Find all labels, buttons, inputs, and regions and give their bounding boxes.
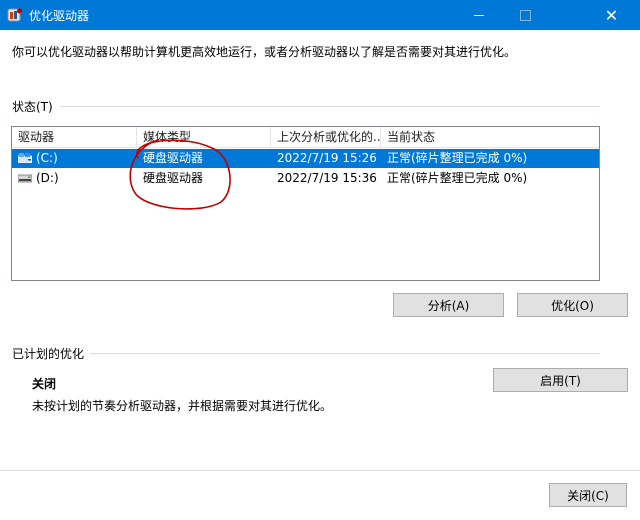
drive-name: (C:): [36, 151, 58, 165]
schedule-status: 关闭: [32, 377, 57, 391]
column-header-last-run[interactable]: 上次分析或优化的...: [271, 127, 381, 147]
defrag-app-icon: [7, 8, 22, 22]
drive-status: 正常(碎片整理已完成 0%): [387, 171, 528, 185]
drive-row-d[interactable]: (D:) 硬盘驱动器 2022/7/19 15:36 正常(碎片整理已完成 0%…: [12, 169, 599, 188]
column-header-drive[interactable]: 驱动器: [12, 127, 137, 147]
close-window-button[interactable]: ✕: [583, 0, 640, 30]
title-bar: 优化驱动器 ✕: [0, 0, 640, 30]
schedule-section-label: 已计划的优化: [12, 347, 85, 361]
window-title: 优化驱动器: [29, 9, 90, 23]
hard-drive-icon: [18, 174, 32, 183]
drive-name: (D:): [36, 171, 59, 185]
drive-row-c[interactable]: (C:) 硬盘驱动器 2022/7/19 15:26 正常(碎片整理已完成 0%…: [12, 149, 599, 168]
close-button[interactable]: 关闭(C): [549, 483, 627, 507]
close-icon: ✕: [604, 5, 619, 25]
column-header-media-type[interactable]: 媒体类型: [137, 127, 271, 147]
analyze-button[interactable]: 分析(A): [393, 293, 504, 317]
drive-status: 正常(碎片整理已完成 0%): [387, 151, 528, 165]
description-text: 你可以优化驱动器以帮助计算机更高效地运行，或者分析驱动器以了解是否需要对其进行优…: [12, 45, 517, 59]
maximize-button[interactable]: [502, 0, 548, 30]
last-run: 2022/7/19 15:36: [277, 171, 377, 185]
list-header: 驱动器 媒体类型 上次分析或优化的... 当前状态: [12, 127, 599, 148]
media-type: 硬盘驱动器: [143, 171, 204, 185]
minimize-button[interactable]: [456, 0, 502, 30]
minimize-icon: [474, 14, 484, 16]
system-drive-icon: [18, 153, 32, 163]
enable-schedule-button[interactable]: 启用(T): [493, 368, 628, 392]
schedule-divider: [90, 353, 600, 354]
status-divider: [60, 106, 600, 107]
maximize-icon: [519, 9, 531, 21]
optimize-button[interactable]: 优化(O): [517, 293, 628, 317]
status-section-label: 状态(T): [12, 100, 53, 114]
drive-list[interactable]: 驱动器 媒体类型 上次分析或优化的... 当前状态 (C:) 硬盘驱动器 202…: [11, 126, 600, 281]
media-type: 硬盘驱动器: [143, 151, 204, 165]
footer-divider: [0, 470, 640, 471]
last-run: 2022/7/19 15:26: [277, 151, 377, 165]
column-header-current-status[interactable]: 当前状态: [381, 127, 599, 147]
schedule-description: 未按计划的节奏分析驱动器，并根据需要对其进行优化。: [32, 399, 333, 413]
